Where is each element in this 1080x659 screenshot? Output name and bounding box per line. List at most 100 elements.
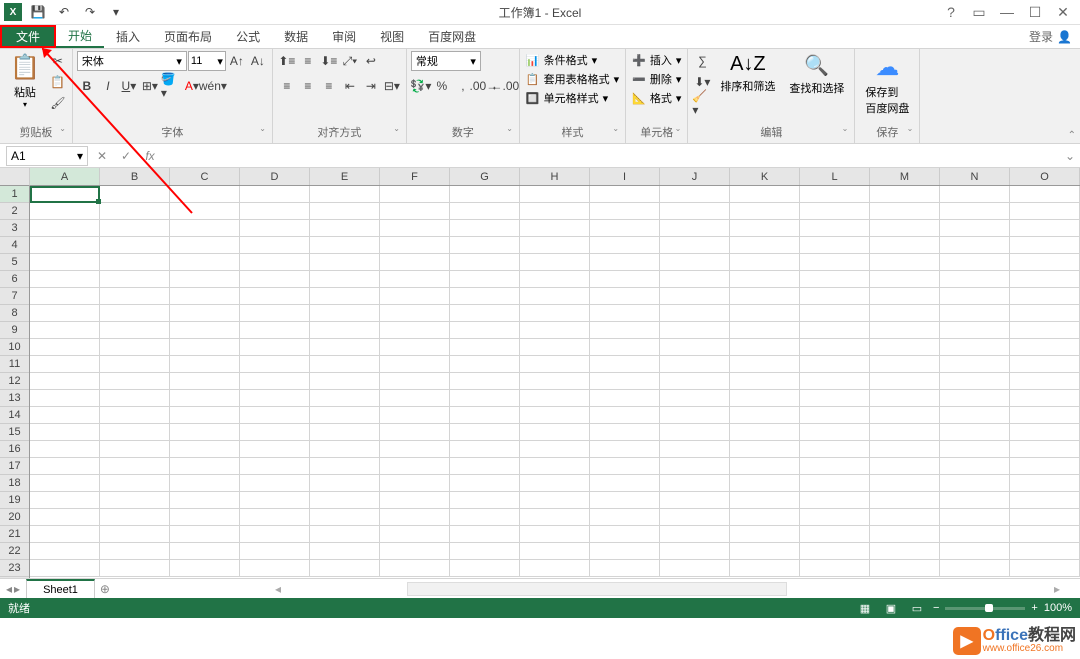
table-cell[interactable] <box>100 458 170 475</box>
tab-review[interactable]: 审阅 <box>320 25 368 48</box>
table-cell[interactable] <box>800 305 870 322</box>
row-header-16[interactable]: 16 <box>0 441 29 458</box>
table-cell[interactable] <box>870 475 940 492</box>
table-cell[interactable] <box>1010 203 1080 220</box>
table-cell[interactable] <box>30 237 100 254</box>
table-cell[interactable] <box>310 560 380 577</box>
table-cell[interactable] <box>800 390 870 407</box>
enter-formula-icon[interactable]: ✓ <box>114 146 138 166</box>
table-cell[interactable] <box>590 254 660 271</box>
table-cell[interactable] <box>660 271 730 288</box>
table-cell[interactable] <box>520 271 590 288</box>
table-cell[interactable] <box>870 203 940 220</box>
table-cell[interactable] <box>940 475 1010 492</box>
table-cell[interactable] <box>730 339 800 356</box>
table-cell[interactable] <box>310 322 380 339</box>
table-cell[interactable] <box>870 543 940 560</box>
table-cell[interactable] <box>240 475 310 492</box>
row-header-20[interactable]: 20 <box>0 509 29 526</box>
table-cell[interactable] <box>450 424 520 441</box>
table-cell[interactable] <box>240 322 310 339</box>
table-cell[interactable] <box>100 509 170 526</box>
align-top-icon[interactable]: ⬆≡ <box>277 51 297 71</box>
table-cell[interactable] <box>730 203 800 220</box>
row-header-13[interactable]: 13 <box>0 390 29 407</box>
table-cell[interactable] <box>520 254 590 271</box>
col-header-I[interactable]: I <box>590 168 660 185</box>
table-cell[interactable] <box>730 509 800 526</box>
find-select-button[interactable]: 🔍 查找和选择 <box>783 51 850 98</box>
table-cell[interactable] <box>590 186 660 203</box>
table-cell[interactable] <box>450 186 520 203</box>
table-cell[interactable] <box>1010 526 1080 543</box>
row-header-5[interactable]: 5 <box>0 254 29 271</box>
border-button[interactable]: ⊞▾ <box>140 76 160 96</box>
table-cell[interactable] <box>450 322 520 339</box>
table-cell[interactable] <box>170 186 240 203</box>
table-cell[interactable] <box>870 322 940 339</box>
row-header-17[interactable]: 17 <box>0 458 29 475</box>
table-cell[interactable] <box>520 526 590 543</box>
table-cell[interactable] <box>590 373 660 390</box>
table-cell[interactable] <box>380 543 450 560</box>
table-cell[interactable] <box>870 220 940 237</box>
row-header-22[interactable]: 22 <box>0 543 29 560</box>
underline-button[interactable]: U▾ <box>119 76 139 96</box>
table-cell[interactable] <box>660 288 730 305</box>
increase-font-icon[interactable]: A↑ <box>227 51 247 71</box>
decrease-indent-icon[interactable]: ⇤ <box>340 76 360 96</box>
table-cell[interactable] <box>730 322 800 339</box>
col-header-F[interactable]: F <box>380 168 450 185</box>
table-cell[interactable] <box>940 526 1010 543</box>
table-cell[interactable] <box>520 509 590 526</box>
table-cell[interactable] <box>660 458 730 475</box>
tab-baidu[interactable]: 百度网盘 <box>416 25 488 48</box>
add-sheet-button[interactable]: ⊕ <box>95 582 115 596</box>
col-header-C[interactable]: C <box>170 168 240 185</box>
align-right-icon[interactable]: ≡ <box>319 76 339 96</box>
table-cell[interactable] <box>30 390 100 407</box>
table-cell[interactable] <box>30 186 100 203</box>
row-header-4[interactable]: 4 <box>0 237 29 254</box>
align-bottom-icon[interactable]: ⬇≡ <box>319 51 339 71</box>
table-cell[interactable] <box>450 356 520 373</box>
table-cell[interactable] <box>380 441 450 458</box>
table-cell[interactable] <box>1010 288 1080 305</box>
row-header-11[interactable]: 11 <box>0 356 29 373</box>
sheet-nav-next-icon[interactable]: ▸ <box>14 582 20 596</box>
table-cell[interactable] <box>730 305 800 322</box>
col-header-B[interactable]: B <box>100 168 170 185</box>
sheet-nav-prev-icon[interactable]: ◂ <box>6 582 12 596</box>
table-cell[interactable] <box>380 220 450 237</box>
table-cell[interactable] <box>450 390 520 407</box>
table-cell[interactable] <box>450 373 520 390</box>
table-cell[interactable] <box>870 390 940 407</box>
table-cell[interactable] <box>1010 424 1080 441</box>
row-header-18[interactable]: 18 <box>0 475 29 492</box>
table-cell[interactable] <box>590 424 660 441</box>
table-cell[interactable] <box>800 339 870 356</box>
table-cell[interactable] <box>940 543 1010 560</box>
table-cell[interactable] <box>520 424 590 441</box>
tab-formulas[interactable]: 公式 <box>224 25 272 48</box>
formula-input[interactable] <box>162 146 1060 166</box>
table-cell[interactable] <box>800 271 870 288</box>
table-cell[interactable] <box>450 560 520 577</box>
table-cell[interactable] <box>100 373 170 390</box>
currency-icon[interactable]: 💱▾ <box>411 76 431 96</box>
table-cell[interactable] <box>170 322 240 339</box>
col-header-G[interactable]: G <box>450 168 520 185</box>
table-cell[interactable] <box>240 458 310 475</box>
table-cell[interactable] <box>660 305 730 322</box>
cut-button[interactable]: ✂ <box>48 51 68 71</box>
table-cell[interactable] <box>450 288 520 305</box>
table-cell[interactable] <box>100 390 170 407</box>
login-link[interactable]: 登录👤 <box>1029 25 1072 48</box>
col-header-A[interactable]: A <box>30 168 100 185</box>
table-cell[interactable] <box>100 237 170 254</box>
undo-icon[interactable]: ↶ <box>54 2 74 22</box>
table-cell[interactable] <box>30 424 100 441</box>
table-cell[interactable] <box>30 322 100 339</box>
cell-styles-button[interactable]: 🔲单元格样式▾ <box>524 89 610 107</box>
table-cell[interactable] <box>730 288 800 305</box>
